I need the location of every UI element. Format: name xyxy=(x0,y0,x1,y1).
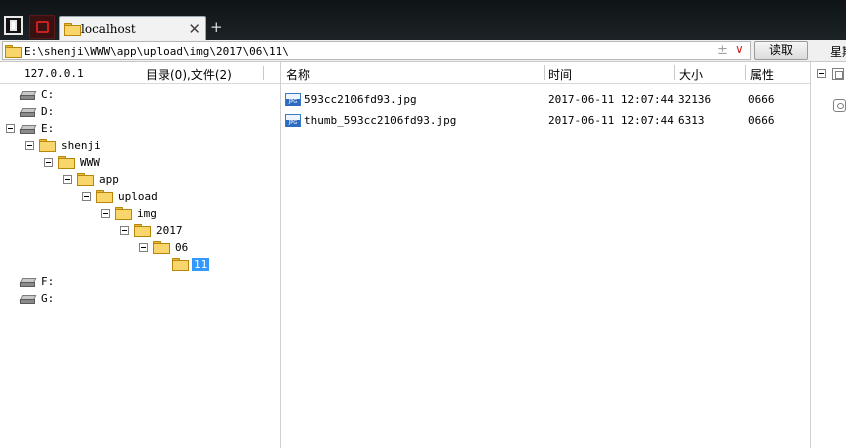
collapse-toggle[interactable] xyxy=(817,69,826,78)
tree-node-d[interactable]: D: xyxy=(20,103,56,119)
drive-icon xyxy=(20,107,35,117)
collapse-toggle[interactable] xyxy=(25,140,34,150)
tab-localhost[interactable]: localhost ✕ xyxy=(59,16,206,40)
tree-node-label: 2017 xyxy=(156,223,183,237)
window-icon xyxy=(10,20,17,31)
folder-icon xyxy=(172,258,189,271)
folder-icon xyxy=(115,207,132,220)
stop-button[interactable] xyxy=(29,15,55,39)
folder-icon xyxy=(58,156,75,169)
folder-icon xyxy=(5,45,22,58)
column-divider[interactable] xyxy=(745,65,746,80)
jpg-file-icon xyxy=(285,93,301,106)
column-divider[interactable] xyxy=(674,65,675,80)
column-size[interactable]: 大小 xyxy=(679,66,703,83)
column-name[interactable]: 名称 xyxy=(286,66,310,83)
file-name: thumb_593cc2106fd93.jpg xyxy=(304,114,457,127)
clock-icon[interactable] xyxy=(833,99,846,112)
tree-node-label: D: xyxy=(41,104,55,118)
drive-icon xyxy=(20,294,35,304)
tree-node-shenji[interactable]: shenji xyxy=(25,137,103,153)
tree-node-label: shenji xyxy=(61,138,101,152)
column-attr[interactable]: 属性 xyxy=(750,66,774,83)
tree-node-label: F: xyxy=(41,274,55,288)
file-row[interactable]: thumb_593cc2106fd93.jpg 2017-06-11 12:07… xyxy=(281,111,810,129)
tree-node-label: E: xyxy=(41,121,55,135)
collapse-toggle[interactable] xyxy=(139,242,148,252)
tree-node-f[interactable]: F: xyxy=(20,273,56,289)
stop-icon xyxy=(36,21,49,33)
drive-icon xyxy=(20,124,35,134)
file-attr: 0666 xyxy=(748,93,775,106)
tab-label: localhost xyxy=(81,22,136,36)
title-bar: localhost ✕ + xyxy=(0,0,846,40)
chevron-down-icon[interactable]: ∨ xyxy=(735,42,744,56)
side-panel xyxy=(811,62,846,448)
item-count: 目录(0),文件(2) xyxy=(146,68,232,82)
new-tab-button[interactable]: + xyxy=(210,18,223,36)
folder-icon xyxy=(77,173,94,186)
path-input[interactable]: E:\shenji\WWW\app\upload\img\2017\06\11\… xyxy=(2,41,751,60)
tree-node-label: 11 xyxy=(192,257,210,271)
tree-node-www[interactable]: WWW xyxy=(44,154,102,170)
tree-node-06[interactable]: 06 xyxy=(139,239,190,255)
file-list-header: 名称 时间 大小 属性 xyxy=(281,62,810,84)
read-button[interactable]: 读取 xyxy=(754,41,808,60)
tree-node-11[interactable]: 11 xyxy=(172,256,210,272)
bookmark-icon[interactable]: ± xyxy=(717,43,728,58)
column-divider[interactable] xyxy=(544,65,545,80)
address-bar: E:\shenji\WWW\app\upload\img\2017\06\11\… xyxy=(0,40,846,62)
file-time: 2017-06-11 12:07:44 xyxy=(548,93,674,106)
tree-header: 127.0.0.1 目录(0),文件(2) xyxy=(0,62,280,84)
collapse-toggle[interactable] xyxy=(6,123,15,133)
tree-node-c[interactable]: C: xyxy=(20,86,56,102)
file-name: 593cc2106fd93.jpg xyxy=(304,93,417,106)
window-menu-button[interactable] xyxy=(4,16,23,35)
column-time[interactable]: 时间 xyxy=(548,66,572,83)
collapse-toggle[interactable] xyxy=(120,225,129,235)
folder-icon xyxy=(39,139,56,152)
tree-node-g[interactable]: G: xyxy=(20,290,56,306)
tree-node-app[interactable]: app xyxy=(63,171,121,187)
tree-node-upload[interactable]: upload xyxy=(82,188,160,204)
tree-node-2017[interactable]: 2017 xyxy=(120,222,185,238)
file-size: 32136 xyxy=(678,93,712,106)
folder-icon xyxy=(153,241,170,254)
tree-node-label: app xyxy=(99,172,119,186)
tree-node-label: 06 xyxy=(175,240,189,254)
host-address: 127.0.0.1 xyxy=(24,67,84,80)
jpg-file-icon xyxy=(285,114,301,127)
close-icon[interactable]: ✕ xyxy=(188,20,201,38)
tree-node-label: WWW xyxy=(80,155,100,169)
folder-icon xyxy=(134,224,151,237)
collapse-toggle[interactable] xyxy=(82,191,91,201)
collapse-toggle[interactable] xyxy=(63,174,72,184)
header-divider xyxy=(263,66,264,80)
collapse-toggle[interactable] xyxy=(101,208,110,218)
path-text: E:\shenji\WWW\app\upload\img\2017\06\11\ xyxy=(24,45,289,58)
directory-tree-panel: 127.0.0.1 目录(0),文件(2) C: D: E: shenji WWW app… xyxy=(0,62,281,448)
tree-node-label: upload xyxy=(118,189,158,203)
window-icon xyxy=(832,68,844,80)
folder-icon xyxy=(96,190,113,203)
drive-icon xyxy=(20,277,35,287)
tree-node-label: img xyxy=(137,206,157,220)
collapse-toggle[interactable] xyxy=(44,157,53,167)
file-size: 6313 xyxy=(678,114,705,127)
tree-node-label: C: xyxy=(41,87,55,101)
file-row[interactable]: 593cc2106fd93.jpg 2017-06-11 12:07:44 32… xyxy=(281,90,810,108)
tree-node-e[interactable]: E: xyxy=(6,120,56,136)
drive-icon xyxy=(20,90,35,100)
tree-node-label: G: xyxy=(41,291,55,305)
week-label: 星期 xyxy=(830,45,846,59)
file-attr: 0666 xyxy=(748,114,775,127)
folder-icon xyxy=(64,23,81,36)
tree-node-img[interactable]: img xyxy=(101,205,159,221)
file-time: 2017-06-11 12:07:44 xyxy=(548,114,674,127)
file-list-panel: 名称 时间 大小 属性 593cc2106fd93.jpg 2017-06-11… xyxy=(281,62,811,448)
